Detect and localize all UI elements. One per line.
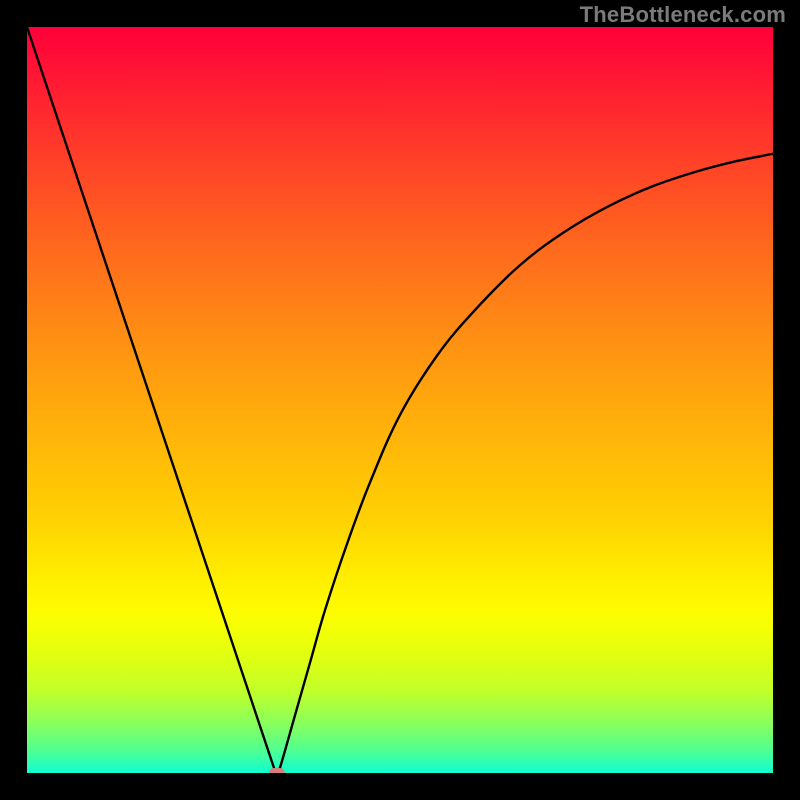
chart-frame: TheBottleneck.com bbox=[0, 0, 800, 800]
plot-area bbox=[27, 27, 773, 773]
watermark-label: TheBottleneck.com bbox=[580, 2, 786, 28]
bottleneck-curve bbox=[27, 27, 773, 773]
minimum-marker-icon bbox=[269, 768, 285, 773]
